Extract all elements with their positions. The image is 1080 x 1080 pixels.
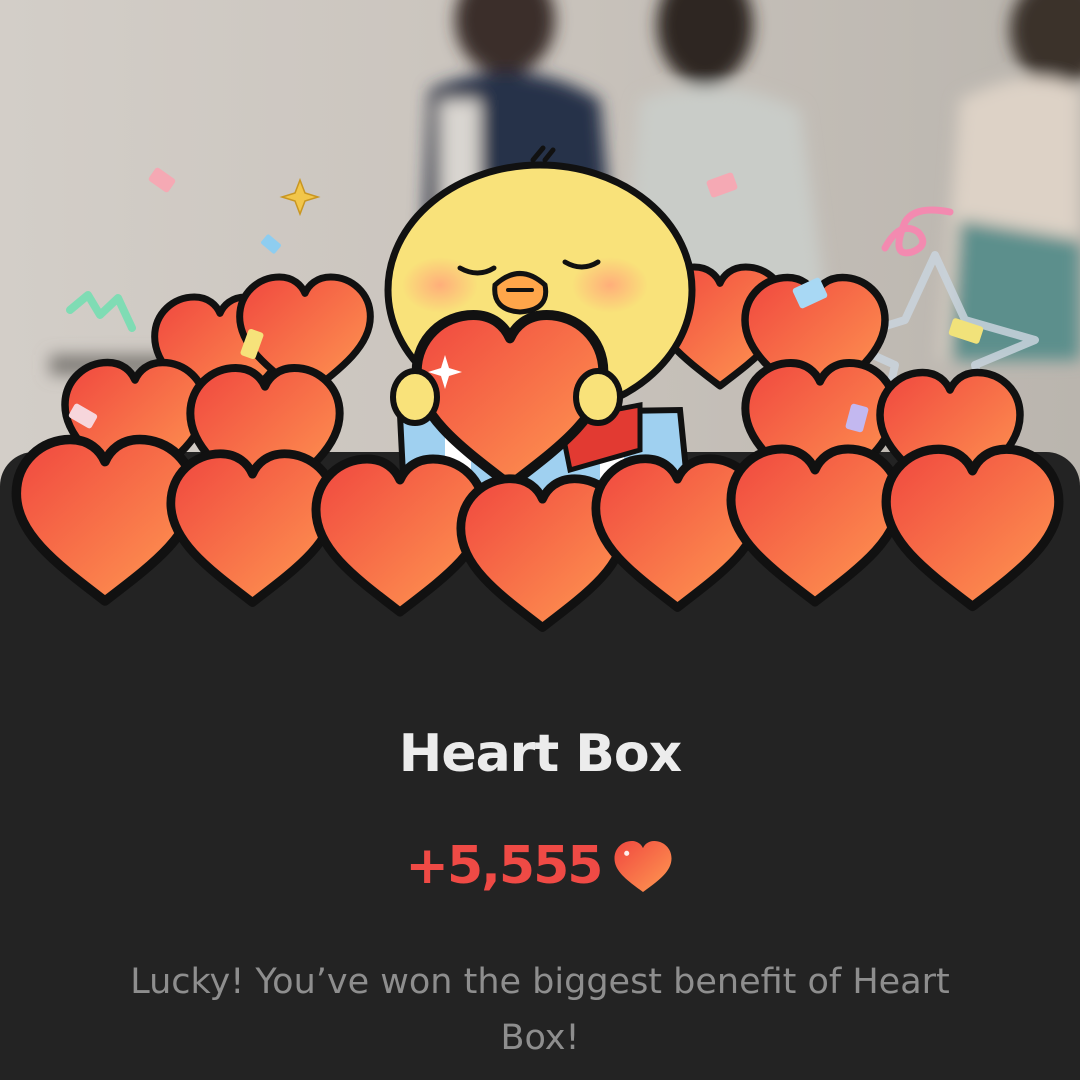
confetti-icon <box>261 234 281 254</box>
sparkle-icon <box>279 177 321 217</box>
heart-icon <box>16 440 193 602</box>
confetti-icon <box>66 291 136 332</box>
confetti-icon <box>706 172 738 198</box>
heart-icon <box>171 454 334 603</box>
confetti-icon <box>148 167 176 193</box>
popup-title: Heart Box <box>398 724 682 784</box>
heart-icon <box>614 841 672 892</box>
reward-amount: +5,555 <box>405 836 603 896</box>
reward-row: +5,555 <box>0 836 1080 896</box>
heart-box-screen: Heart Box +5,555 Lucky! You’ve won the b… <box>0 0 1080 1080</box>
heart-icon <box>886 449 1059 606</box>
heart-box-illustration <box>0 145 1080 660</box>
confetti-icon <box>881 206 954 257</box>
popup-message: Lucky! You’ve won the biggest benefit of… <box>130 962 950 1058</box>
heart-icon <box>731 449 899 602</box>
